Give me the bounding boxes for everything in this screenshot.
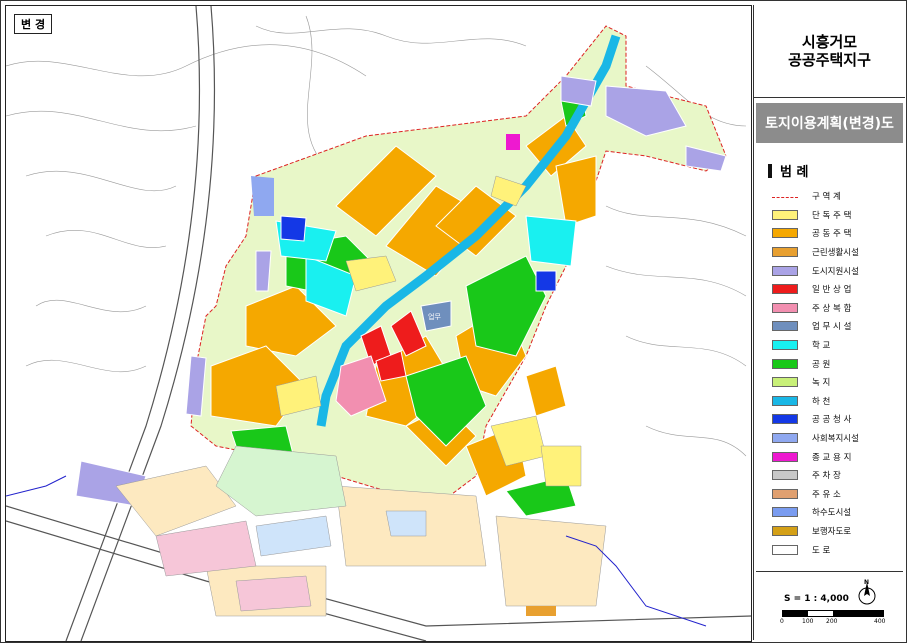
heading-bar xyxy=(768,163,772,178)
legend-label: 구 역 계 xyxy=(812,192,841,203)
title-line1: 시흥거모 xyxy=(801,33,858,51)
legend-item: 하 천 xyxy=(772,392,900,411)
legend-item: 공 동 주 택 xyxy=(772,224,900,243)
legend-swatch xyxy=(772,544,798,555)
legend-item: 근린생활시설 xyxy=(772,243,900,262)
legend-swatch xyxy=(772,470,798,481)
scale-tick: 0 xyxy=(780,618,784,625)
legend-label: 하수도시설 xyxy=(812,508,852,519)
legend-label: 도 로 xyxy=(812,545,831,556)
legend-list: 구 역 계단 독 주 택공 동 주 택근린생활시설도시지원시설일 반 상 업주 … xyxy=(772,187,900,559)
legend-swatch xyxy=(772,321,798,332)
map-sheet: 업무 변 경 시흥거모 공공주택지구 토지이용계획(변경)도 범 례 구 역 계… xyxy=(0,0,907,643)
scale-tick: 400 xyxy=(874,618,886,625)
legend-swatch xyxy=(772,377,798,388)
legend-item: 종 교 용 지 xyxy=(772,447,900,466)
legend-label: 공 원 xyxy=(812,359,831,370)
legend-item: 사회복지시설 xyxy=(772,429,900,448)
scale-tick: 100 xyxy=(802,618,814,625)
legend-swatch xyxy=(772,451,798,462)
legend-label: 공 공 청 사 xyxy=(812,415,852,426)
legend-label: 학 교 xyxy=(812,341,831,352)
title-line2: 공공주택지구 xyxy=(788,51,871,69)
legend-item: 주 차 장 xyxy=(772,466,900,485)
map-subtitle: 토지이용계획(변경)도 xyxy=(756,103,903,143)
legend-swatch xyxy=(772,488,798,499)
legend-label: 종 교 용 지 xyxy=(812,452,852,463)
scale-tick: 200 xyxy=(826,618,838,625)
legend-label: 하 천 xyxy=(812,396,831,407)
legend-swatch xyxy=(772,302,798,313)
legend-item: 주 상 복 합 xyxy=(772,299,900,318)
legend-item: 도 로 xyxy=(772,540,900,559)
legend-label: 공 동 주 택 xyxy=(812,229,852,240)
legend-label: 도시지원시설 xyxy=(812,266,859,277)
legend-item: 공 공 청 사 xyxy=(772,410,900,429)
land-use-map[interactable]: 업무 변 경 xyxy=(5,5,752,642)
legend-item: 업 무 시 설 xyxy=(772,317,900,336)
legend-swatch xyxy=(772,247,798,258)
welfare-site xyxy=(251,176,274,216)
legend-label: 일 반 상 업 xyxy=(812,285,852,296)
legend-swatch xyxy=(772,395,798,406)
legend-swatch xyxy=(772,414,798,425)
legend-item: 학 교 xyxy=(772,336,900,355)
legend-item: 단 독 주 택 xyxy=(772,206,900,225)
legend-swatch xyxy=(772,433,798,444)
religious-site xyxy=(506,134,520,150)
legend-swatch xyxy=(772,358,798,369)
north-arrow-icon: N xyxy=(858,579,876,605)
legend-swatch xyxy=(772,284,798,295)
legend-heading-text: 범 례 xyxy=(780,165,809,180)
scale-box: N S = 1 : 4,000 0 100 200 400 xyxy=(756,571,903,638)
legend-item: 공 원 xyxy=(772,354,900,373)
legend-swatch xyxy=(772,507,798,518)
svg-text:N: N xyxy=(864,579,869,586)
legend-item: 하수도시설 xyxy=(772,503,900,522)
legend-swatch xyxy=(772,196,798,198)
legend-swatch xyxy=(772,228,798,239)
legend-label: 보행자도로 xyxy=(812,526,852,537)
title-block: 시흥거모 공공주택지구 xyxy=(754,5,905,98)
scale-ticks: 0 100 200 400 xyxy=(778,618,890,628)
legend-label: 사회복지시설 xyxy=(812,434,859,445)
legend-swatch xyxy=(772,525,798,536)
change-label: 변 경 xyxy=(14,14,53,34)
map-canvas: 업무 xyxy=(6,6,751,641)
legend-heading: 범 례 xyxy=(768,161,808,180)
legend-swatch xyxy=(772,340,798,351)
legend-item: 보행자도로 xyxy=(772,522,900,541)
legend-item: 구 역 계 xyxy=(772,187,900,206)
legend-item: 녹 지 xyxy=(772,373,900,392)
legend-label: 근린생활시설 xyxy=(812,248,859,259)
legend-label: 주 상 복 합 xyxy=(812,303,852,314)
legend-label: 주 차 장 xyxy=(812,471,841,482)
scale-text: S = 1 : 4,000 xyxy=(784,594,849,604)
office-label: 업무 xyxy=(428,313,441,321)
legend-label: 업 무 시 설 xyxy=(812,322,852,333)
legend-label: 주 유 소 xyxy=(812,489,841,500)
legend-item: 일 반 상 업 xyxy=(772,280,900,299)
legend-swatch xyxy=(772,209,798,220)
legend-label: 단 독 주 택 xyxy=(812,210,852,221)
legend-label: 녹 지 xyxy=(812,378,831,389)
parking-site xyxy=(526,606,556,616)
legend-item: 주 유 소 xyxy=(772,485,900,504)
scale-bar xyxy=(782,610,884,617)
legend-swatch xyxy=(772,265,798,276)
legend-item: 도시지원시설 xyxy=(772,261,900,280)
legend-panel: 시흥거모 공공주택지구 토지이용계획(변경)도 범 례 구 역 계단 독 주 택… xyxy=(753,5,905,640)
